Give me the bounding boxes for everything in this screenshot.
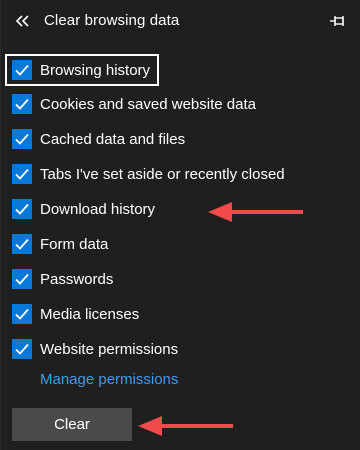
checkbox[interactable]	[12, 304, 32, 324]
pin-icon[interactable]	[329, 13, 347, 29]
checkbox-label: Media licenses	[40, 305, 140, 323]
manage-permissions-link[interactable]: Manage permissions	[40, 371, 178, 388]
checkmark-icon	[15, 273, 29, 285]
checkbox-label: Passwords	[40, 270, 114, 288]
checkbox-item[interactable]: Form data	[5, 228, 108, 260]
double-chevron-left-icon[interactable]	[13, 11, 31, 31]
checkbox-item[interactable]: Browsing history	[5, 54, 160, 86]
checkbox-item[interactable]: Passwords	[5, 263, 113, 295]
checkbox-item[interactable]: Media licenses	[5, 298, 139, 330]
checkmark-icon	[15, 308, 29, 320]
checkbox-item[interactable]: Website permissions	[5, 333, 178, 365]
annotation-arrow-download-history	[208, 202, 303, 222]
checkmark-icon	[15, 168, 29, 180]
checkbox-label: Tabs I've set aside or recently closed	[40, 165, 285, 183]
checkbox-item[interactable]: Tabs I've set aside or recently closed	[5, 158, 285, 190]
panel-header: Clear browsing data	[1, 0, 360, 44]
clear-browsing-data-panel: Clear browsing data Browsing history Cook…	[0, 0, 360, 450]
checkbox-item[interactable]: Cookies and saved website data	[5, 88, 256, 120]
checkmark-icon	[15, 64, 29, 76]
checkbox[interactable]	[12, 339, 32, 359]
page-title: Clear browsing data	[44, 12, 180, 29]
checkbox[interactable]	[12, 269, 32, 289]
checkbox[interactable]	[12, 60, 32, 80]
checkbox[interactable]	[12, 199, 32, 219]
clear-button[interactable]: Clear	[12, 408, 132, 441]
checkmark-icon	[15, 203, 29, 215]
checkbox[interactable]	[12, 164, 32, 184]
checkmark-icon	[15, 133, 29, 145]
checkbox-label: Form data	[40, 235, 109, 253]
checkmark-icon	[15, 343, 29, 355]
checkbox-label: Browsing history	[40, 61, 151, 79]
checkmark-icon	[15, 98, 29, 110]
checkbox[interactable]	[12, 234, 32, 254]
checkbox[interactable]	[12, 129, 32, 149]
checkbox-label: Website permissions	[40, 340, 179, 358]
checkbox-label: Cached data and files	[40, 130, 186, 148]
checkbox-item[interactable]: Download history	[5, 193, 155, 225]
annotation-arrow-clear-button	[138, 416, 233, 436]
checkbox-label: Cookies and saved website data	[40, 95, 256, 113]
checkmark-icon	[15, 238, 29, 250]
checkbox-item[interactable]: Cached data and files	[5, 123, 185, 155]
checkbox-label: Download history	[40, 200, 156, 218]
checkbox[interactable]	[12, 94, 32, 114]
